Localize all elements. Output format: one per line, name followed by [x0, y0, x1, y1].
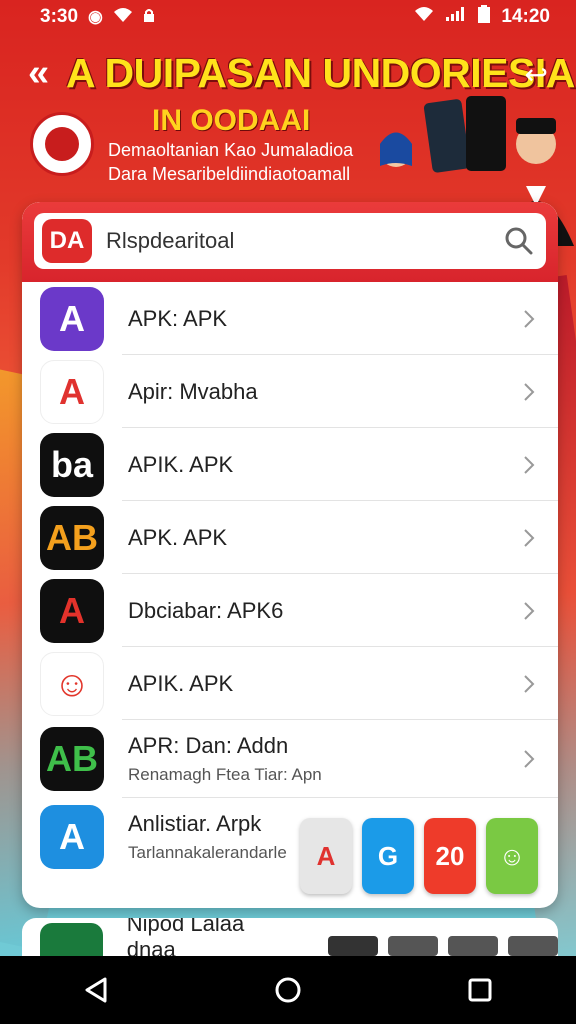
list-item[interactable]: A Dbciabar: APK6	[22, 574, 558, 647]
list-item[interactable]: A APK: APK	[22, 282, 558, 355]
screenshot-thumbnails	[328, 936, 558, 956]
status-time-right: 14:20	[501, 6, 550, 27]
app-icon: A	[40, 359, 104, 424]
triangle-back-icon	[85, 977, 107, 1003]
battery-icon	[477, 5, 491, 29]
wifi-icon	[113, 7, 133, 28]
thumbnail	[448, 936, 498, 956]
app-icon: AB	[40, 505, 104, 570]
list-item[interactable]: AB APK. APK	[22, 501, 558, 574]
app-name: Apir: Mvabha	[128, 378, 258, 404]
app-icon: ☺	[40, 651, 104, 716]
app-icon: ba	[40, 432, 104, 497]
nav-home-button[interactable]	[268, 970, 308, 1010]
featured-app-icon[interactable]: 20	[424, 818, 476, 894]
emblem-logo	[30, 112, 94, 176]
banner-line-2: Dara Mesaribeldiindiaotoamall	[108, 164, 351, 184]
app-description: Renamagh Ftea Tiar: Apn	[128, 765, 322, 784]
app-icon: AB	[40, 727, 104, 791]
app-logo: DA	[42, 219, 92, 263]
back-arrow-icon[interactable]: «	[28, 52, 49, 95]
app-icon: A	[40, 805, 104, 869]
app-name: APIK. APK	[128, 451, 234, 477]
search-icon[interactable]	[504, 226, 534, 256]
thumbnail	[388, 936, 438, 956]
square-recents-icon	[468, 978, 492, 1002]
exit-icon[interactable]: ↩	[525, 58, 548, 91]
status-time-left: 3:30	[40, 6, 79, 27]
navigation-bar	[0, 956, 576, 1024]
app-name: APIK. APK	[128, 670, 234, 696]
chevron-right-icon	[524, 750, 535, 768]
banner: « A DUIPASAN UNDORIESIA ↩ IN OODAAI Dema…	[0, 40, 576, 246]
list-item-partial[interactable]: Nipod Lalaa dnaa	[22, 918, 558, 956]
app-name: APK: APK	[128, 305, 228, 331]
lock-icon	[143, 7, 155, 27]
app-name: APK. APK	[128, 524, 228, 550]
banner-title: A DUIPASAN UNDORIESIA	[66, 50, 575, 96]
app-icon: A	[40, 578, 104, 643]
chevron-right-icon	[524, 309, 535, 328]
chevron-right-icon	[524, 601, 535, 620]
home-circle-icon	[275, 977, 301, 1003]
chevron-right-icon	[524, 528, 535, 547]
featured-app-icons: A G 20 ☺	[300, 818, 538, 894]
featured-app-icon[interactable]: A	[300, 818, 352, 894]
app-icon: A	[40, 286, 104, 351]
thumbnail	[328, 936, 378, 956]
banner-subtitle: IN OODAAI	[152, 104, 311, 137]
status-bar: 3:30 ◉ 14:20	[0, 0, 576, 34]
app-icon	[40, 923, 103, 956]
cell-signal-icon	[445, 6, 467, 28]
notification-icon: ◉	[88, 7, 103, 26]
featured-app-icon[interactable]: G	[362, 818, 414, 894]
app-list-card: DA Rlspdearitoal A APK: APK A Apir: Mvab…	[22, 202, 558, 908]
list-item[interactable]: A Apir: Mvabha	[22, 355, 558, 428]
chevron-right-icon	[524, 455, 535, 474]
thumbnail	[508, 936, 558, 956]
featured-app-icon[interactable]: ☺	[486, 818, 538, 894]
wifi-signal-icon	[413, 6, 435, 28]
nav-back-button[interactable]	[76, 970, 116, 1010]
chevron-right-icon	[524, 382, 535, 401]
search-bar[interactable]: DA Rlspdearitoal	[34, 213, 546, 269]
search-header: DA Rlspdearitoal	[22, 202, 558, 282]
banner-line-1: Demaoltanian Kao Jumaladioa	[108, 140, 354, 160]
app-name: APR: Dan: Addn	[128, 733, 289, 758]
chevron-right-icon	[524, 674, 535, 693]
list-item[interactable]: ☺ APIK. APK	[22, 647, 558, 720]
list-item[interactable]: AB APR: Dan: Addn Renamagh Ftea Tiar: Ap…	[22, 720, 558, 798]
app-name: Nipod Lalaa dnaa	[126, 918, 245, 956]
nav-recents-button[interactable]	[460, 970, 500, 1010]
list-item[interactable]: ba APIK. APK	[22, 428, 558, 501]
app-name: Dbciabar: APK6	[128, 597, 284, 623]
search-input[interactable]: Rlspdearitoal	[106, 228, 504, 254]
app-list: A APK: APK A Apir: Mvabha ba APIK. APK A…	[22, 282, 558, 876]
